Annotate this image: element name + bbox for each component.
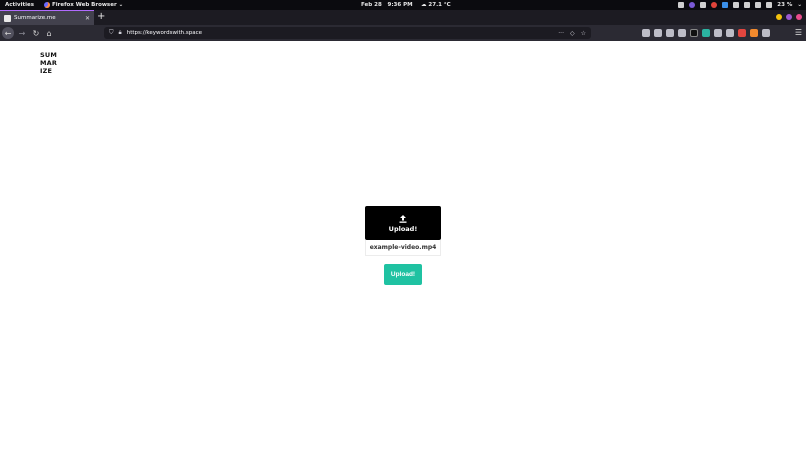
discord-icon[interactable] xyxy=(678,1,685,8)
shield-icon[interactable]: ⛉ xyxy=(109,29,114,37)
date: Feb 28 xyxy=(361,2,382,8)
library-icon[interactable] xyxy=(654,29,662,37)
chevron-down-icon: ⌄ xyxy=(118,1,124,8)
arrow-right-icon[interactable]: → xyxy=(16,27,28,39)
tab-summarize[interactable]: Summarize.me ✕ xyxy=(0,10,94,25)
extension-icon[interactable] xyxy=(714,29,722,37)
firefox-icon xyxy=(44,1,50,8)
system-tray: 23 % ⌄ xyxy=(678,1,802,8)
selected-file-name: example-video.mp4 xyxy=(365,240,441,256)
zoom-icon[interactable] xyxy=(722,1,729,8)
bookmark-star-icon[interactable]: ☆ xyxy=(581,30,586,37)
volume-icon[interactable] xyxy=(755,1,762,8)
close-window-button[interactable] xyxy=(796,14,802,20)
system-top-bar: Activities Firefox Web Browser ⌄ Feb 28 … xyxy=(0,0,806,10)
temperature: 27.1 °C xyxy=(428,2,451,8)
url-bar[interactable]: ⛉ 🔒︎ https://keywordswith.space ··· ◇ ☆ xyxy=(104,27,591,39)
account-icon[interactable] xyxy=(678,29,686,37)
more-icon[interactable]: ··· xyxy=(558,30,564,37)
extension-icon[interactable] xyxy=(726,29,734,37)
navigation-toolbar: ← → ↻ ⌂ ⛉ 🔒︎ https://keywordswith.space … xyxy=(0,25,806,41)
time: 9:36 PM xyxy=(387,2,413,8)
chevron-down-icon[interactable]: ⌄ xyxy=(797,2,802,8)
home-icon[interactable]: ⌂ xyxy=(43,27,55,39)
extension-icon[interactable] xyxy=(750,29,758,37)
upload-box-label: Upload! xyxy=(388,224,418,233)
url-actions: ··· ◇ ☆ xyxy=(558,30,586,37)
maximize-button[interactable] xyxy=(786,14,792,20)
arrow-left-icon[interactable]: ← xyxy=(2,27,14,39)
cloud-icon: ☁ xyxy=(421,2,427,8)
download-icon[interactable] xyxy=(642,29,650,37)
logo-line: SUM xyxy=(40,51,58,59)
bluetooth-icon[interactable] xyxy=(700,1,707,8)
activities-button[interactable]: Activities xyxy=(5,2,34,8)
url-text[interactable]: https://keywordswith.space xyxy=(127,30,202,36)
extension-icon[interactable] xyxy=(690,29,698,37)
reload-icon[interactable]: ↻ xyxy=(30,27,42,39)
extensions-row xyxy=(642,29,770,37)
extension-icon[interactable] xyxy=(702,29,710,37)
tab-strip: Summarize.me ✕ + xyxy=(0,10,806,25)
upload-icon xyxy=(399,214,407,223)
app-name: Firefox Web Browser xyxy=(52,1,117,8)
logo-line: IZE xyxy=(40,67,53,75)
logo-line: MAR xyxy=(40,59,58,67)
minimize-button[interactable] xyxy=(776,14,782,20)
hamburger-menu-icon[interactable]: ☰ xyxy=(795,28,802,37)
tray-app-icon[interactable] xyxy=(689,1,696,8)
close-icon[interactable]: ✕ xyxy=(85,15,90,22)
battery-icon[interactable] xyxy=(766,1,773,8)
screen-icon[interactable] xyxy=(744,1,751,8)
tab-title: Summarize.me xyxy=(14,15,56,21)
window-controls xyxy=(776,14,802,20)
battery-level: 23 % xyxy=(777,1,793,8)
app-menu[interactable]: Firefox Web Browser ⌄ xyxy=(44,1,124,8)
pocket-icon[interactable]: ◇ xyxy=(570,30,575,37)
settings-icon[interactable] xyxy=(733,1,740,8)
sidebar-icon[interactable] xyxy=(666,29,674,37)
site-logo[interactable]: SUM MAR IZE xyxy=(40,51,57,75)
extension-icon[interactable] xyxy=(738,29,746,37)
lock-icon[interactable]: 🔒︎ xyxy=(119,29,122,37)
upload-submit-button[interactable]: Upload! xyxy=(384,264,422,285)
new-tab-button[interactable]: + xyxy=(97,12,105,22)
file-upload-dropzone[interactable]: Upload! xyxy=(365,206,441,240)
notification-icon[interactable] xyxy=(711,1,718,8)
weather-indicator[interactable]: ☁ 27.1 °C xyxy=(421,2,451,8)
favicon-icon xyxy=(4,14,11,22)
clock[interactable]: Feb 28 9:36 PM xyxy=(361,2,413,8)
extensions-puzzle-icon[interactable] xyxy=(762,29,770,37)
